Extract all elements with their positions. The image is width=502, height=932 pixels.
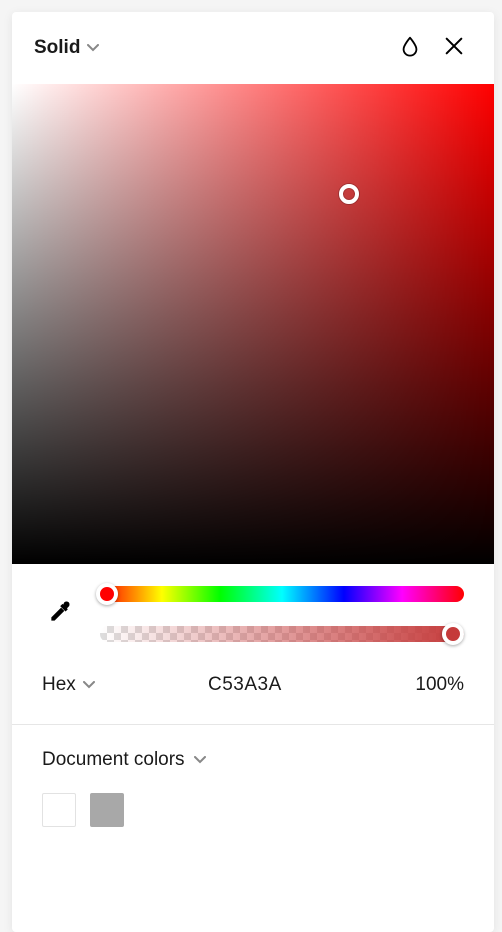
eyedropper-icon [47,599,73,630]
opacity-input[interactable]: 100% [394,674,464,696]
fill-type-label: Solid [34,37,80,59]
color-format-label: Hex [42,674,76,696]
document-colors-swatches [42,793,464,827]
eyedropper-button[interactable] [42,596,78,632]
swatch-gray[interactable] [90,793,124,827]
color-format-dropdown[interactable]: Hex [42,674,96,696]
hue-slider[interactable] [100,586,464,602]
saturation-cursor[interactable] [339,184,359,204]
color-picker-header: Solid [12,12,494,84]
saturation-value-field[interactable] [12,84,494,564]
hex-input[interactable]: C53A3A [96,674,394,696]
color-value-row: Hex C53A3A 100% [12,652,494,724]
close-icon [443,35,465,62]
chevron-down-icon [82,678,96,692]
alpha-slider[interactable] [100,626,464,642]
document-colors-section: Document colors [12,725,494,851]
document-colors-title: Document colors [42,749,185,771]
chevron-down-icon [86,41,100,55]
color-picker-panel: Solid [12,12,494,932]
sliders-row [12,564,494,652]
document-colors-header[interactable]: Document colors [42,749,464,771]
droplet-icon [399,35,421,62]
blend-mode-button[interactable] [392,30,428,66]
hue-slider-thumb[interactable] [96,583,118,605]
close-button[interactable] [436,30,472,66]
chevron-down-icon [193,753,207,767]
fill-type-dropdown[interactable]: Solid [34,37,100,59]
swatch-white[interactable] [42,793,76,827]
alpha-slider-thumb[interactable] [442,623,464,645]
